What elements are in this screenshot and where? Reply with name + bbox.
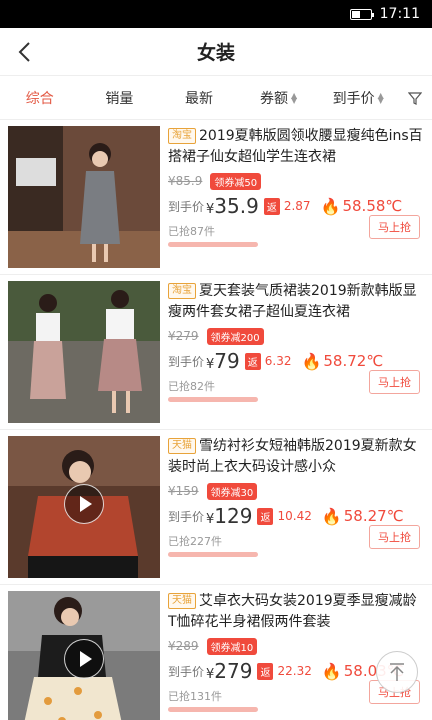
flame-icon: 🔥: [321, 661, 342, 681]
header: 女装: [0, 28, 432, 76]
rebate-value: 6.32: [264, 354, 292, 368]
sort-comprehensive[interactable]: 综合: [0, 88, 80, 108]
rebate-value: 22.32: [277, 664, 312, 678]
product-card[interactable]: 天猫 雪纺衬衫女短袖韩版2019夏新款女装时尚上衣大码设计感小众 ¥159 领券减…: [0, 430, 432, 585]
sort-bar: 综合 销量 最新 券额 ▲ ▼ 到手价 ▲ ▼: [0, 76, 432, 120]
arrival-price-label: 到手价: [168, 664, 205, 679]
product-title[interactable]: 淘宝 2019夏韩版圆领收腰显瘦纯色ins百搭裙子仙女超仙学生连衣裙: [168, 126, 424, 168]
back-arrow-icon[interactable]: [14, 40, 38, 64]
original-price: ¥289: [168, 639, 199, 653]
sold-count: 已抢82件: [168, 380, 215, 393]
rebate-badge: 返: [257, 507, 274, 525]
flame-icon: 🔥: [321, 506, 342, 526]
final-price: ¥35.9: [206, 194, 259, 218]
status-time: 17:11: [379, 6, 420, 22]
sold-count: 已抢227件: [168, 535, 222, 548]
battery-icon: [349, 8, 374, 20]
page-title: 女装: [196, 42, 235, 64]
sort-coupon[interactable]: 券额 ▲ ▼: [239, 88, 319, 108]
platform-tag: 淘宝: [168, 283, 196, 299]
product-image[interactable]: [8, 436, 160, 578]
status-bar: 17:11: [0, 0, 432, 28]
rebate-badge: 返: [257, 662, 274, 680]
grab-button[interactable]: 马上抢: [369, 370, 420, 394]
final-price: ¥129: [206, 504, 253, 528]
original-price: ¥85.9: [168, 174, 203, 188]
grab-button[interactable]: 马上抢: [369, 525, 420, 549]
arrow-up-icon: [390, 663, 404, 681]
sort-newest[interactable]: 最新: [159, 88, 239, 108]
product-image[interactable]: [8, 126, 160, 268]
product-card[interactable]: 淘宝 2019夏韩版圆领收腰显瘦纯色ins百搭裙子仙女超仙学生连衣裙 ¥85.9 …: [0, 120, 432, 275]
sold-progress-bar: [168, 242, 258, 247]
product-card[interactable]: 淘宝 夏天套装气质裙装2019新款韩版显瘦两件套女裙子超仙夏连衣裙 ¥279 领券…: [0, 275, 432, 430]
play-video-icon[interactable]: [64, 639, 104, 679]
grab-button[interactable]: 马上抢: [369, 215, 420, 239]
sort-final-price[interactable]: 到手价 ▲ ▼: [318, 88, 398, 108]
coupon-badge: 领券减50: [210, 172, 262, 190]
sort-sales[interactable]: 销量: [80, 88, 160, 108]
heat-value: 58.58℃: [342, 197, 403, 215]
coupon-badge: 领券减30: [206, 482, 258, 500]
product-title[interactable]: 天猫 艾卓衣大码女装2019夏季显瘦减龄T恤碎花半身裙假两件套装: [168, 591, 424, 633]
filter-icon[interactable]: [398, 91, 432, 105]
platform-tag: 淘宝: [168, 128, 196, 144]
heat-value: 58.27℃: [343, 507, 404, 525]
arrival-price-label: 到手价: [168, 199, 205, 214]
rebate-badge: 返: [244, 352, 261, 370]
product-image[interactable]: [8, 281, 160, 423]
play-video-icon[interactable]: [64, 484, 104, 524]
sold-count: 已抢87件: [168, 225, 215, 238]
original-price: ¥279: [168, 329, 199, 343]
flame-icon: 🔥: [301, 351, 322, 371]
sold-progress-bar: [168, 552, 258, 557]
product-title[interactable]: 淘宝 夏天套装气质裙装2019新款韩版显瘦两件套女裙子超仙夏连衣裙: [168, 281, 424, 323]
coupon-badge: 领券减200: [206, 327, 264, 345]
product-list: 淘宝 2019夏韩版圆领收腰显瘦纯色ins百搭裙子仙女超仙学生连衣裙 ¥85.9 …: [0, 120, 432, 720]
heat-value: 58.72℃: [323, 352, 384, 370]
back-to-top-button[interactable]: [376, 651, 418, 693]
rebate-value: 10.42: [277, 509, 312, 523]
sold-count: 已抢131件: [168, 690, 222, 703]
product-card[interactable]: 天猫 艾卓衣大码女装2019夏季显瘦减龄T恤碎花半身裙假两件套装 ¥289 领券减…: [0, 585, 432, 720]
product-image[interactable]: [8, 591, 160, 720]
arrival-price-label: 到手价: [168, 354, 205, 369]
final-price: ¥279: [206, 659, 253, 683]
product-title[interactable]: 天猫 雪纺衬衫女短袖韩版2019夏新款女装时尚上衣大码设计感小众: [168, 436, 424, 478]
sold-progress-bar: [168, 707, 258, 712]
platform-tag: 天猫: [168, 593, 196, 609]
final-price: ¥79: [206, 349, 240, 373]
rebate-value: 2.87: [283, 199, 311, 213]
original-price: ¥159: [168, 484, 199, 498]
platform-tag: 天猫: [168, 438, 196, 454]
sort-updown-icon: ▲ ▼: [377, 90, 384, 105]
rebate-badge: 返: [263, 197, 280, 215]
sold-progress-bar: [168, 397, 258, 402]
sort-updown-icon: ▲ ▼: [291, 90, 298, 105]
arrival-price-label: 到手价: [168, 509, 205, 524]
flame-icon: 🔥: [320, 196, 341, 216]
coupon-badge: 领券减10: [206, 637, 258, 655]
